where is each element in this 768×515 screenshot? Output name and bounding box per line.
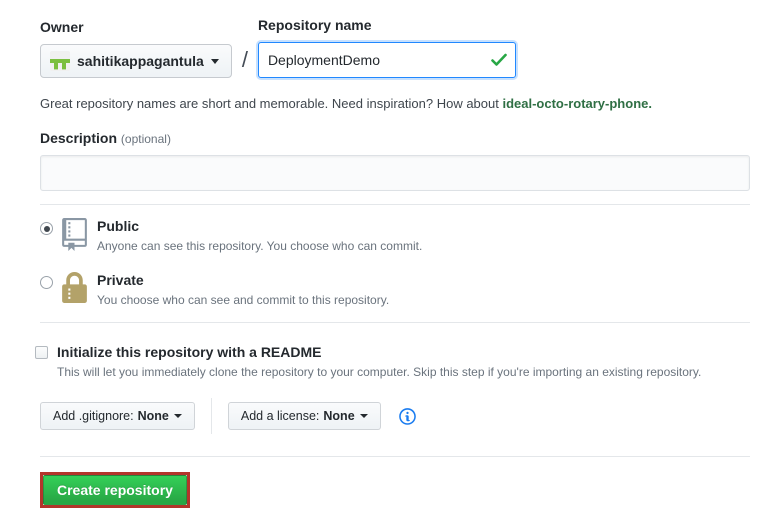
hint-text: Great repository names are short and mem… — [40, 96, 503, 111]
chevron-down-icon — [359, 414, 368, 418]
readme-text: Initialize this repository with a README… — [57, 344, 701, 379]
owner-dropdown[interactable]: sahitikappagantula — [40, 44, 232, 78]
create-repository-button[interactable]: Create repository — [43, 475, 187, 505]
repo-name-label: Repository name — [257, 17, 372, 33]
divider — [40, 322, 750, 323]
create-row: Create repository — [40, 472, 750, 508]
repo-name-input[interactable] — [257, 42, 516, 78]
public-radio[interactable] — [40, 222, 53, 235]
public-option-desc: Anyone can see this repository. You choo… — [97, 239, 423, 253]
gitignore-value: None — [137, 409, 169, 423]
description-input[interactable] — [40, 155, 750, 191]
readme-title: Initialize this repository with a README — [57, 344, 322, 360]
owner-field: Owner sahitikappagantula — [40, 18, 232, 78]
divider — [40, 204, 750, 205]
repo-name-hint: Great repository names are short and mem… — [40, 95, 750, 112]
license-value: None — [323, 409, 355, 423]
readme-desc: This will let you immediately clone the … — [57, 365, 702, 379]
owner-label: Owner — [40, 19, 84, 35]
repo-book-icon — [62, 218, 87, 251]
readme-option[interactable]: Initialize this repository with a README… — [35, 344, 750, 379]
divider — [40, 456, 750, 457]
lock-icon — [62, 272, 87, 305]
private-option-title: Private — [97, 272, 144, 288]
private-option-text: Private You choose who can see and commi… — [97, 272, 389, 307]
owner-repo-row: Owner sahitikappagantula / Repository na… — [40, 16, 750, 78]
add-gitignore-button[interactable]: Add .gitignore: None — [40, 402, 195, 430]
owner-dropdown-label: sahitikappagantula — [77, 53, 204, 69]
visibility-option-private[interactable]: Private You choose who can see and commi… — [40, 272, 750, 307]
visibility-option-public[interactable]: Public Anyone can see this repository. Y… — [40, 218, 750, 253]
vertical-divider — [210, 398, 212, 434]
valid-check-icon — [491, 53, 507, 67]
private-option-desc: You choose who can see and commit to thi… — [97, 293, 390, 307]
description-label-text: Description — [40, 130, 118, 146]
readme-checkbox[interactable] — [35, 346, 48, 359]
repo-name-field: Repository name — [257, 16, 516, 78]
annotation-highlight-box: Create repository — [40, 472, 190, 508]
description-label: Description (optional) — [40, 129, 750, 148]
info-icon[interactable] — [398, 407, 417, 426]
chevron-down-icon — [173, 414, 182, 418]
owner-repo-separator: / — [241, 47, 248, 72]
private-radio[interactable] — [40, 276, 53, 289]
public-option-title: Public — [97, 218, 140, 234]
license-prefix: Add a license: — [240, 409, 320, 423]
add-license-button[interactable]: Add a license: None — [227, 402, 381, 430]
addons-row: Add .gitignore: None Add a license: None — [40, 398, 750, 434]
hint-period: . — [648, 96, 652, 111]
public-option-text: Public Anyone can see this repository. Y… — [97, 218, 422, 253]
description-field: Description (optional) — [40, 129, 750, 191]
chevron-down-icon — [210, 58, 219, 64]
suggested-name-link[interactable]: ideal-octo-rotary-phone — [502, 96, 648, 111]
new-repository-form: Owner sahitikappagantula / Repository na… — [0, 0, 768, 508]
gitignore-prefix: Add .gitignore: — [53, 409, 134, 423]
owner-avatar — [50, 51, 70, 71]
description-optional-text: (optional) — [120, 132, 171, 146]
